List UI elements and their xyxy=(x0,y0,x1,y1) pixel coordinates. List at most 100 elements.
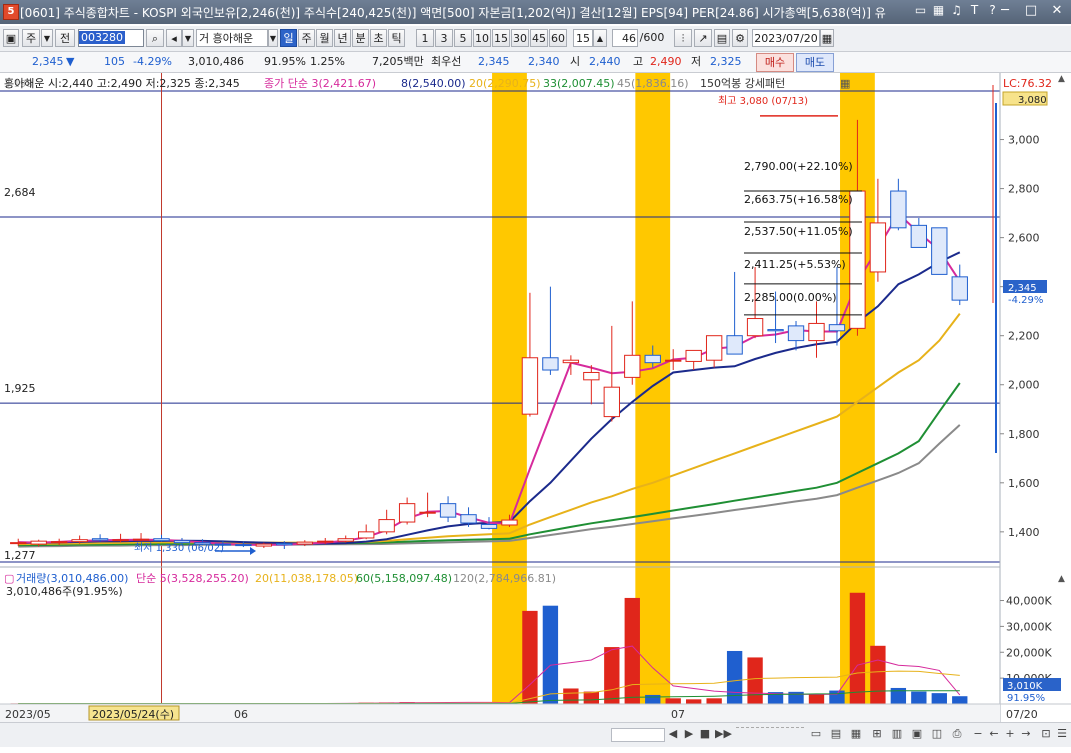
plus-icon[interactable]: + xyxy=(1004,726,1016,742)
memo-icon[interactable]: ▣ xyxy=(910,726,924,742)
interval-tab[interactable]: 5 xyxy=(454,29,472,47)
candle-body[interactable] xyxy=(112,539,129,542)
candle-body[interactable] xyxy=(521,357,539,415)
save-icon[interactable]: ▤ xyxy=(714,29,730,47)
price-scroll-icon[interactable]: ▲ xyxy=(1058,74,1065,84)
interval-tab[interactable]: 30 xyxy=(511,29,529,47)
candle-body[interactable] xyxy=(419,511,436,514)
crosshair-icon[interactable]: ↗ xyxy=(694,29,712,47)
market-select[interactable]: 주 xyxy=(22,29,40,47)
interval-tab[interactable]: 1 xyxy=(416,29,434,47)
candle-body[interactable] xyxy=(91,538,109,541)
candle-body[interactable] xyxy=(30,540,47,545)
table-icon[interactable]: ▥ xyxy=(890,726,904,742)
candle-body[interactable] xyxy=(624,354,641,378)
candle-body[interactable] xyxy=(644,354,661,364)
zoom-extent-icon[interactable]: ⊡ xyxy=(1040,726,1052,742)
t-icon[interactable]: T xyxy=(968,3,981,18)
candle-body[interactable] xyxy=(685,349,702,362)
custom-interval-spinner-icon[interactable]: ▲ xyxy=(593,29,607,47)
speaker-icon[interactable]: ◂ xyxy=(166,29,182,47)
camera-icon[interactable]: ◫ xyxy=(930,726,944,742)
candle-body[interactable] xyxy=(746,318,764,337)
market-dropdown-icon[interactable]: ▼ xyxy=(41,29,53,47)
candle-body[interactable] xyxy=(132,538,150,541)
period-tab[interactable]: 틱 xyxy=(388,29,405,47)
next-icon[interactable]: ▶▶ xyxy=(715,726,732,742)
candle-body[interactable] xyxy=(849,190,866,329)
page-count-field[interactable]: 46 xyxy=(612,29,638,47)
candle-body[interactable] xyxy=(378,519,395,533)
prev-icon[interactable]: ▶ xyxy=(683,726,695,742)
zoom-in-icon[interactable]: ▤ xyxy=(829,726,843,742)
candle-body[interactable] xyxy=(10,542,27,545)
candle-body[interactable] xyxy=(890,190,907,229)
candle-body[interactable] xyxy=(317,540,334,543)
period-prefix[interactable]: 전 xyxy=(55,29,75,47)
interval-tab[interactable]: 10 xyxy=(473,29,491,47)
minimize-icon[interactable]: ─ xyxy=(997,3,1013,19)
candle-body[interactable] xyxy=(480,523,498,529)
extent-icon[interactable]: ▦ xyxy=(849,726,863,742)
period-tab[interactable]: 일 xyxy=(280,29,297,47)
minus-icon[interactable]: − xyxy=(972,726,984,742)
candle-body[interactable] xyxy=(910,224,928,248)
candle-body[interactable] xyxy=(542,357,559,371)
candle-body[interactable] xyxy=(808,322,825,342)
candle-body[interactable] xyxy=(767,329,784,332)
sell-button[interactable]: 매도 xyxy=(796,53,834,72)
stock-chart[interactable]: 흥아해운 시:2,440 고:2,490 저:2,325 종:2,345 종가 … xyxy=(0,73,1071,750)
candle-body[interactable] xyxy=(276,543,293,546)
pattern-table-icon[interactable]: ▦ xyxy=(840,77,850,90)
monitor-icon[interactable]: ▭ xyxy=(914,3,927,18)
candle-body[interactable] xyxy=(337,538,354,542)
candle-body[interactable] xyxy=(583,371,600,381)
stock-name-dropdown-icon[interactable]: ▼ xyxy=(268,29,278,47)
chart-area[interactable]: 흥아해운 시:2,440 고:2,490 저:2,325 종:2,345 종가 … xyxy=(0,73,1071,750)
candle-body[interactable] xyxy=(603,386,620,418)
stock-dropdown-icon[interactable]: ▼ xyxy=(182,29,194,47)
candle-body[interactable] xyxy=(931,227,948,275)
print-icon[interactable]: ⎙ xyxy=(950,726,964,742)
interval-tab[interactable]: 45 xyxy=(530,29,548,47)
candle-body[interactable] xyxy=(235,544,252,547)
candle-body[interactable] xyxy=(255,543,273,547)
options-icon[interactable]: ☰ xyxy=(1056,726,1068,742)
custom-interval-field[interactable]: 15 xyxy=(573,29,593,47)
candle-body[interactable] xyxy=(726,335,743,355)
candle-body[interactable] xyxy=(828,324,846,332)
zoom-slider[interactable] xyxy=(736,727,804,740)
candle-body[interactable] xyxy=(398,503,416,523)
right-arrow-icon[interactable]: → xyxy=(1020,726,1032,742)
stock-code-input[interactable]: 003280 xyxy=(78,29,144,47)
search-icon[interactable]: ⌕ xyxy=(146,29,164,47)
grid-icon[interactable]: ▦ xyxy=(932,3,945,18)
settings-icon[interactable]: ⚙ xyxy=(732,29,748,47)
volume-scroll-icon[interactable]: ▲ xyxy=(1058,574,1065,584)
period-tab[interactable]: 초 xyxy=(370,29,387,47)
candle-body[interactable] xyxy=(951,276,968,301)
candle-body[interactable] xyxy=(439,503,457,518)
date-field[interactable]: 2023/07/20 xyxy=(752,29,820,47)
candle-body[interactable] xyxy=(869,222,887,273)
buy-button[interactable]: 매수 xyxy=(756,53,794,72)
close-icon[interactable]: ✕ xyxy=(1049,3,1065,19)
candle-type-icon[interactable]: ⫶ xyxy=(674,29,692,47)
interval-tab[interactable]: 3 xyxy=(435,29,453,47)
alarm-icon[interactable]: ♫ xyxy=(950,3,963,18)
left-arrow-icon[interactable]: ← xyxy=(988,726,1000,742)
interval-tab[interactable]: 15 xyxy=(492,29,510,47)
period-tab[interactable]: 월 xyxy=(316,29,333,47)
candle-body[interactable] xyxy=(50,541,68,544)
period-tab[interactable]: 년 xyxy=(334,29,351,47)
grid-toggle-icon[interactable]: ⊞ xyxy=(870,726,884,742)
candle-body[interactable] xyxy=(501,519,518,526)
stop-icon[interactable]: ■ xyxy=(699,726,711,742)
period-tab[interactable]: 분 xyxy=(352,29,369,47)
period-tab[interactable]: 주 xyxy=(298,29,315,47)
candle-body[interactable] xyxy=(296,541,313,545)
layout-icon[interactable]: ▣ xyxy=(3,29,19,47)
candle-body[interactable] xyxy=(705,335,723,361)
scroll-track[interactable] xyxy=(611,728,665,742)
candle-body[interactable] xyxy=(71,539,88,543)
